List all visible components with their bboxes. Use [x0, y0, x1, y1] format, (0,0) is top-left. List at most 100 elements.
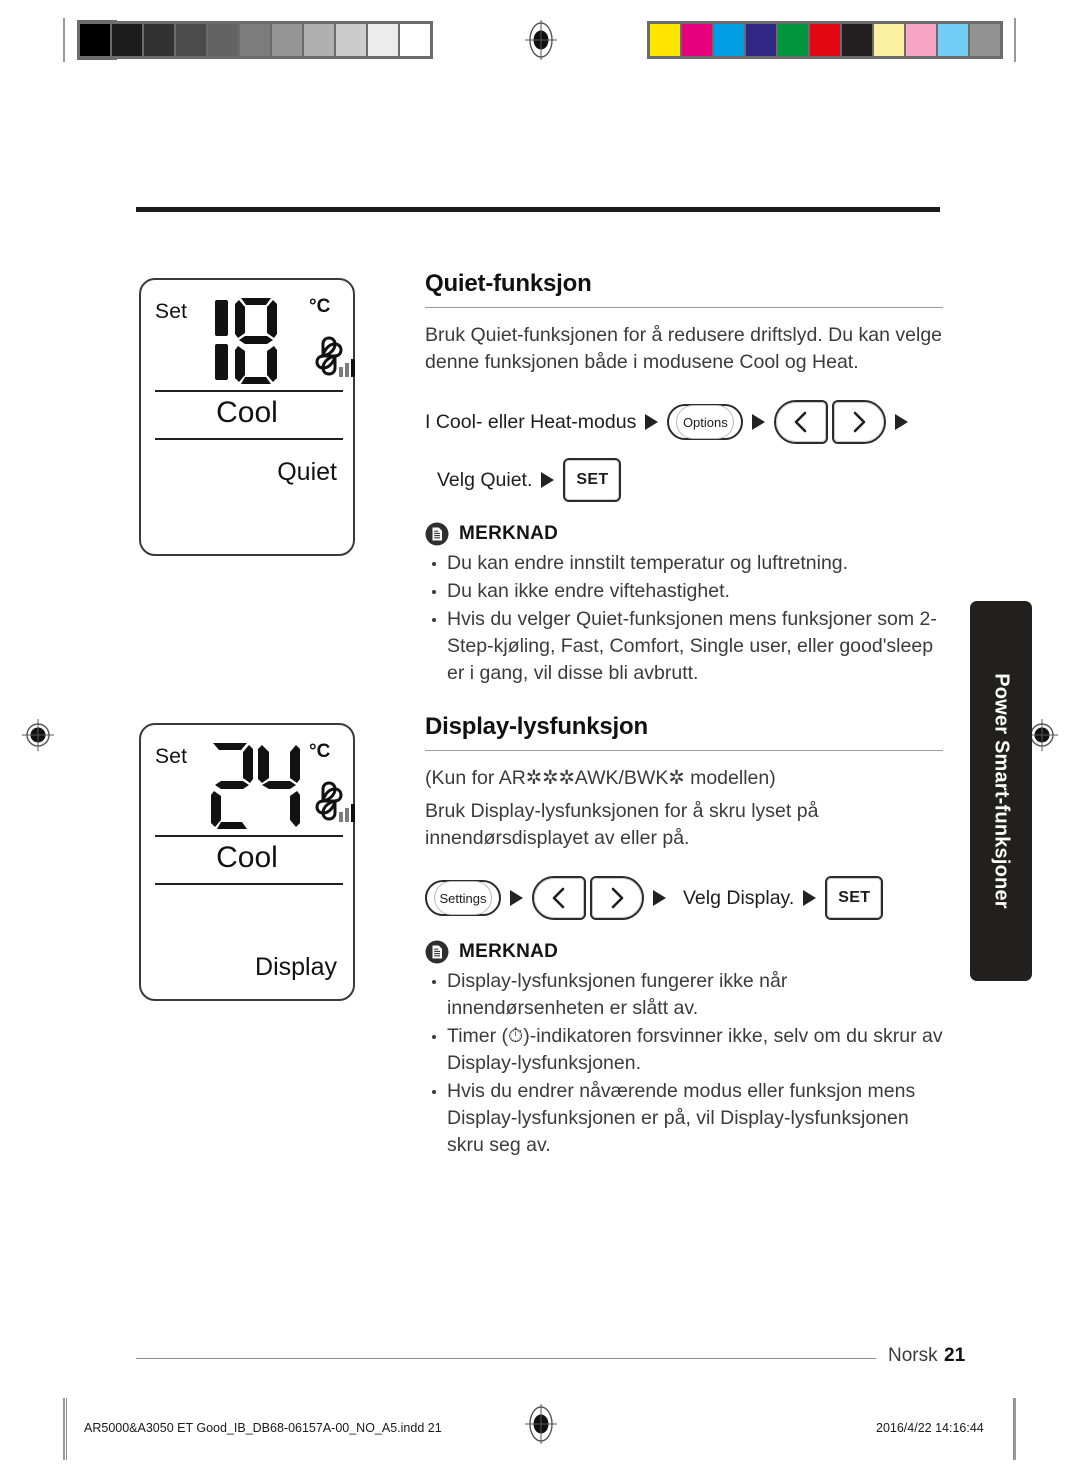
lcd-divider-bottom: [155, 438, 343, 440]
step-row-display-1: Settings Velg Display. SET: [425, 876, 943, 920]
arrow-right-icon-5: [510, 890, 523, 906]
calibration-swatch: [970, 24, 1000, 56]
footer-language: Norsk: [888, 1345, 938, 1366]
note-item: Du kan ikke endre viftehastighet.: [425, 578, 943, 605]
nav-prev-button-2[interactable]: [532, 876, 586, 920]
note-document-icon-2: [425, 940, 449, 964]
step-text-velg-display: Velg Display.: [683, 886, 795, 909]
note-label-quiet: MERKNAD: [459, 523, 559, 544]
step-row-quiet-2: Velg Quiet. SET: [425, 458, 943, 502]
lcd-panel-display: Set °C Cool Display: [139, 723, 355, 1001]
calibration-swatch: [144, 24, 176, 56]
set-button-label-2: SET: [827, 878, 882, 918]
note-label-display: MERKNAD: [459, 941, 559, 962]
settings-button[interactable]: Settings: [425, 880, 501, 916]
step-text-mode: I Cool- eller Heat-modus: [425, 410, 637, 433]
chapter-side-tab-label: Power Smart-funksjoner: [990, 673, 1013, 909]
note-item: Display-lysfunksjonen fungerer ikke når …: [425, 968, 943, 1022]
calibration-swatch: [778, 24, 810, 56]
lcd-mode-label-2: Cool: [216, 841, 278, 874]
calibration-swatch: [80, 24, 112, 56]
arrow-right-icon-6: [653, 890, 666, 906]
settings-button-label: Settings: [434, 881, 492, 915]
chevron-right-icon-2: [592, 878, 642, 918]
section-quiet: Quiet-funksjon Bruk Quiet-funksjonen for…: [425, 270, 943, 688]
chevron-left-icon: [776, 402, 827, 442]
fan-icon-2: [315, 781, 355, 822]
imprint-filename: AR5000&A3050 ET Good_IB_DB68-06157A-00_N…: [84, 1421, 442, 1435]
footer-rule: [136, 1358, 876, 1359]
page-top-rule: [136, 207, 940, 212]
registration-mark-bottom: [525, 1404, 557, 1444]
grayscale-calibration-bar: [77, 21, 433, 59]
calibration-swatch: [304, 24, 336, 56]
note-list-display: Display-lysfunksjonen fungerer ikke når …: [425, 968, 943, 1159]
lcd-unit-celsius: °C: [309, 296, 331, 317]
lcd-divider-top-2: [155, 835, 343, 837]
registration-mark-left: [22, 719, 54, 751]
calibration-swatch: [272, 24, 304, 56]
lcd-unit-celsius-2: °C: [309, 741, 331, 762]
chapter-side-tab: Power Smart-funksjoner: [970, 601, 1032, 981]
set-button[interactable]: SET: [563, 458, 622, 502]
calibration-swatch: [746, 24, 778, 56]
calibration-swatch: [650, 24, 682, 56]
section-model-note: (Kun for AR✲✲✲AWK/BWK✲ modellen): [425, 767, 776, 789]
arrow-right-icon-2: [752, 414, 766, 430]
section-heading-display: Display-lysfunksjon: [425, 713, 648, 740]
step-text-velg-quiet: Velg Quiet.: [437, 468, 533, 491]
calibration-swatch: [336, 24, 368, 56]
step-row-quiet-1: I Cool- eller Heat-modus Options: [425, 400, 943, 444]
crop-rule-top-left: [63, 18, 65, 62]
calibration-swatch: [368, 24, 400, 56]
crop-rule-top-right: [1014, 18, 1016, 62]
manual-page: Set °C Cool Quiet Set °C Cool Display Qu…: [0, 0, 1080, 1476]
calibration-swatch: [810, 24, 842, 56]
calibration-swatch: [240, 24, 272, 56]
calibration-swatch: [400, 24, 430, 56]
arrow-right-icon-7: [803, 890, 817, 906]
section-intro-display: Bruk Display-lysfunksjonen for å skru ly…: [425, 800, 819, 849]
chevron-left-icon-2: [534, 878, 584, 918]
lcd-divider-top: [155, 390, 343, 392]
arrow-right-icon: [645, 414, 659, 430]
fan-icon: [315, 336, 355, 377]
options-button[interactable]: Options: [667, 404, 744, 440]
note-document-icon: [425, 522, 449, 546]
nav-prev-button[interactable]: [774, 400, 829, 444]
imprint-datetime: 2016/4/22 14:16:44: [876, 1421, 984, 1435]
note-item: Du kan endre innstilt temperatur og luft…: [425, 550, 943, 577]
note-item: Hvis du endrer nåværende modus eller fun…: [425, 1078, 943, 1159]
calibration-swatch: [208, 24, 240, 56]
calibration-swatch: [714, 24, 746, 56]
section-rule: [425, 307, 943, 308]
registration-mark-top: [525, 20, 557, 60]
calibration-swatch: [682, 24, 714, 56]
calibration-swatch: [906, 24, 938, 56]
lcd-mode-label: Cool: [216, 396, 278, 429]
lcd-set-label-2: Set: [155, 745, 188, 768]
imprint-rule-left: [66, 1398, 67, 1460]
section-rule-2: [425, 750, 943, 751]
calibration-swatch: [176, 24, 208, 56]
calibration-swatch: [842, 24, 874, 56]
set-button-2[interactable]: SET: [825, 876, 884, 920]
options-button-label: Options: [676, 405, 735, 439]
color-calibration-bar: [647, 21, 1003, 59]
chevron-right-icon: [834, 402, 885, 442]
calibration-swatch: [112, 24, 144, 56]
lcd-divider-bottom-2: [155, 883, 343, 885]
note-item: Timer (⏱)-indikatoren forsvinner ikke, s…: [425, 1023, 943, 1077]
calibration-swatch: [938, 24, 970, 56]
set-button-label: SET: [565, 460, 620, 500]
note-list-quiet: Du kan endre innstilt temperatur og luft…: [425, 550, 943, 687]
nav-next-button-2[interactable]: [590, 876, 644, 920]
nav-next-button[interactable]: [832, 400, 887, 444]
arrow-right-icon-3: [895, 414, 909, 430]
lcd-panel-quiet: Set °C Cool Quiet: [139, 278, 355, 556]
lcd-temperature-24: [199, 739, 305, 831]
crop-rule-bottom-right: [1014, 1398, 1016, 1460]
note-header-quiet: MERKNAD: [425, 522, 943, 546]
crop-rule-bottom-left: [63, 1398, 65, 1460]
calibration-swatch: [874, 24, 906, 56]
